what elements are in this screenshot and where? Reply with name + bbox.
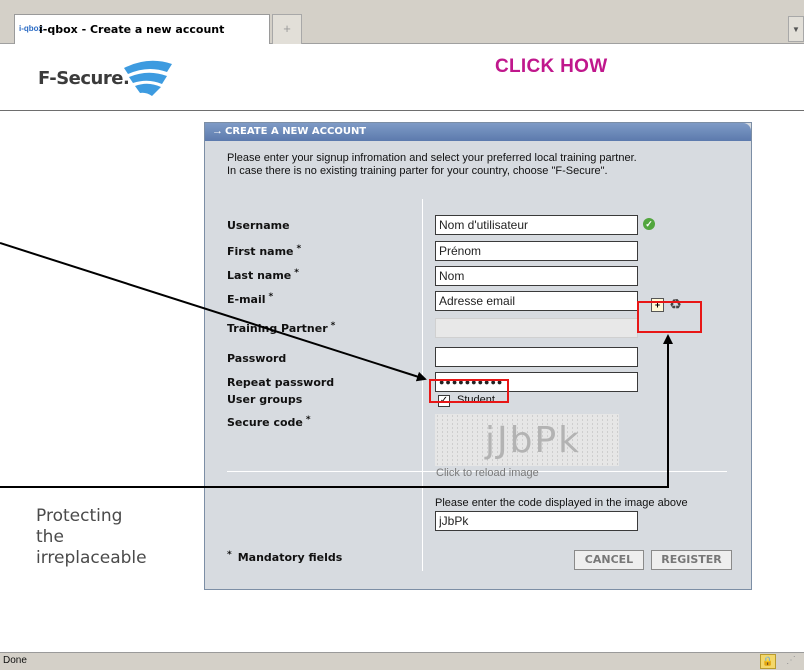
chevron-down-icon: ▼ — [792, 25, 800, 34]
code-instruction: Please enter the code displayed in the i… — [435, 497, 688, 509]
required-mark: * — [330, 321, 336, 331]
username-input[interactable] — [435, 215, 638, 235]
resize-grip-icon[interactable]: ⋰ — [786, 655, 800, 669]
last-name-label: Last name * — [227, 268, 299, 282]
form-header: → CREATE A NEW ACCOUNT — [205, 123, 751, 141]
tab-list-button[interactable]: ▼ — [788, 16, 804, 42]
page-heading: CLICK HOW — [495, 56, 608, 77]
training-partner-input[interactable] — [435, 318, 638, 338]
repeat-password-label: Repeat password — [227, 376, 335, 389]
captcha-text: jJbPk — [485, 420, 582, 461]
plus-icon: + — [283, 21, 291, 36]
last-name-input[interactable] — [435, 266, 638, 286]
status-bar: Done 🔒 ⋰ — [0, 652, 804, 670]
cancel-button[interactable]: CANCEL — [574, 550, 644, 570]
register-button[interactable]: REGISTER — [651, 550, 732, 570]
required-mark: * — [296, 244, 302, 254]
secure-code-input[interactable] — [435, 511, 638, 531]
f-secure-logo-icon — [124, 60, 172, 96]
captcha-image[interactable]: jJbPk — [435, 414, 619, 466]
tagline-line: the — [36, 527, 64, 547]
arrow-right-icon: → — [212, 125, 223, 137]
page-content: Protecting the irreplaceable → CREATE A … — [0, 111, 804, 652]
add-partner-icon[interactable]: + — [651, 298, 664, 312]
form-title: CREATE A NEW ACCOUNT — [225, 126, 367, 137]
browser-tab-strip: i-qbox i-qbox - Create a new account + ▼ — [0, 0, 804, 44]
tagline: Protecting the irreplaceable — [36, 506, 147, 569]
form-intro: Please enter your signup infromation and… — [227, 152, 637, 178]
secure-code-label: Secure code * — [227, 415, 311, 429]
tagline-line: Protecting — [36, 506, 123, 526]
tagline-line: irreplaceable — [36, 548, 147, 568]
reload-image-link[interactable]: Click to reload image — [436, 467, 539, 479]
tab-title: i-qbox - Create a new account — [39, 23, 225, 36]
repeat-password-input[interactable] — [435, 372, 638, 392]
first-name-input[interactable] — [435, 241, 638, 261]
required-mark: * — [294, 268, 299, 278]
password-label: Password — [227, 352, 287, 365]
new-tab-button[interactable]: + — [272, 14, 302, 44]
password-input[interactable] — [435, 347, 638, 367]
mandatory-note: * Mandatory fields — [227, 550, 343, 564]
page-header: F-Secure. CLICK HOW — [0, 44, 804, 110]
browser-tab[interactable]: i-qbox i-qbox - Create a new account — [14, 14, 270, 44]
status-text: Done — [3, 655, 27, 666]
clear-partner-icon[interactable]: ♻ — [668, 297, 683, 312]
first-name-label: First name * — [227, 244, 302, 258]
user-groups-label: User groups — [227, 393, 303, 406]
email-input[interactable] — [435, 291, 638, 311]
intro-line: Please enter your signup infromation and… — [227, 152, 637, 164]
training-partner-label: Training Partner * — [227, 321, 336, 335]
student-checkbox[interactable]: ✓ — [438, 395, 450, 407]
required-mark: * — [305, 415, 311, 425]
lock-icon[interactable]: 🔒 — [760, 654, 776, 669]
required-mark: * — [268, 292, 274, 302]
username-label: Username — [227, 219, 290, 232]
email-label: E-mail * — [227, 292, 274, 306]
f-secure-logo: F-Secure. — [38, 68, 130, 89]
column-divider — [422, 199, 423, 571]
create-account-form: → CREATE A NEW ACCOUNT Please enter your… — [204, 122, 752, 590]
intro-line: In case there is no existing training pa… — [227, 165, 608, 177]
student-label: Student — [457, 394, 495, 406]
check-icon: ✓ — [643, 218, 655, 230]
required-mark: * — [227, 550, 232, 560]
